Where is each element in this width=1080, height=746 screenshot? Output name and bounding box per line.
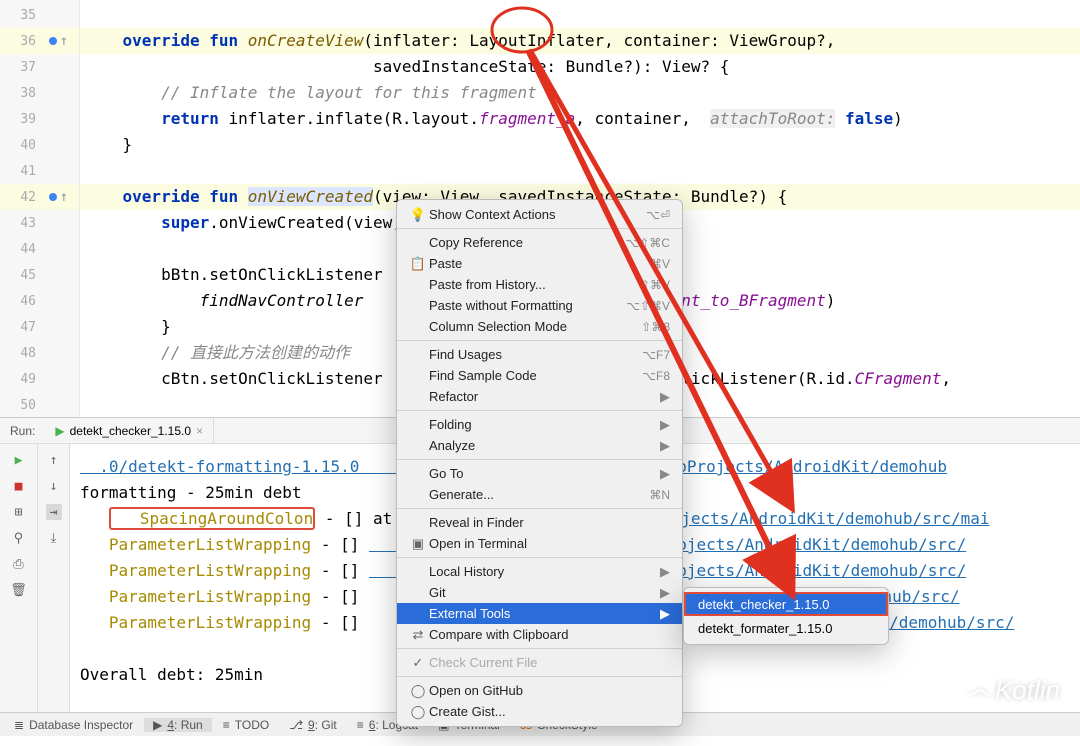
paste-icon: 📋 [409, 256, 427, 272]
run-label: Run: [0, 424, 45, 438]
line-number: 43 [0, 216, 40, 231]
todo-button[interactable]: ≡TODO [214, 718, 278, 732]
github-icon: ◯ [409, 683, 427, 699]
ctx-column-selection[interactable]: Column Selection Mode⇧⌘8 [397, 316, 682, 337]
line-number: 35 [0, 8, 40, 23]
run-toolbar-left: ▶ ■ ⊞ ⚲ ⎙ 🗑 [0, 444, 38, 712]
line-number: 50 [0, 398, 40, 413]
github-icon: ◯ [409, 704, 427, 720]
code-line: return inflater.inflate(R.layout.fragmen… [80, 106, 1080, 132]
line-number: 39 [0, 112, 40, 127]
down-icon[interactable]: ↓ [46, 478, 62, 494]
ctx-refactor[interactable]: Refactor▶ [397, 386, 682, 407]
db-inspector-button[interactable]: ≣Database Inspector [5, 718, 142, 732]
separator [397, 508, 682, 509]
context-menu: 💡Show Context Actions⌥⏎ Copy Reference⌥⇧… [396, 199, 683, 727]
code-line [80, 158, 1080, 184]
play-icon: ▶ [153, 718, 162, 732]
ctx-create-gist[interactable]: ◯Create Gist... [397, 701, 682, 722]
terminal-icon: ▣ [409, 536, 427, 552]
separator [397, 676, 682, 677]
up-icon[interactable]: ↑ [46, 452, 62, 468]
line-number: 37 [0, 60, 40, 75]
separator [397, 459, 682, 460]
line-number: 44 [0, 242, 40, 257]
logcat-icon: ≡ [357, 718, 364, 732]
external-tools-submenu: detekt_checker_1.15.0 detekt_formater_1.… [683, 587, 889, 645]
bulb-icon: 💡 [409, 207, 427, 223]
pin-icon[interactable]: ⚲ [11, 530, 27, 546]
ctx-find-sample[interactable]: Find Sample Code⌥F8 [397, 365, 682, 386]
wrap-icon[interactable]: ⇥ [46, 504, 62, 520]
layout-icon[interactable]: ⊞ [11, 504, 27, 520]
ctx-open-terminal[interactable]: ▣Open in Terminal [397, 533, 682, 554]
ctx-copy-reference[interactable]: Copy Reference⌥⇧⌘C [397, 232, 682, 253]
run-tab[interactable]: ▶ detekt_checker_1.15.0 × [45, 418, 214, 443]
ctx-paste-no-format[interactable]: Paste without Formatting⌥⇧⌘V [397, 295, 682, 316]
line-number: 38 [0, 86, 40, 101]
line-number: 48 [0, 346, 40, 361]
line-number: 41 [0, 164, 40, 179]
separator [397, 340, 682, 341]
ctx-show-context-actions[interactable]: 💡Show Context Actions⌥⏎ [397, 204, 682, 225]
separator [397, 648, 682, 649]
code-line: savedInstanceState: Bundle?): View? { [80, 54, 1080, 80]
wechat-icon: ෴ [966, 674, 991, 706]
git-button[interactable]: ⎇9: Git [280, 718, 346, 732]
ctx-paste[interactable]: 📋Paste⌘V [397, 253, 682, 274]
spacing-around-colon-warning: SpacingAroundColon [109, 507, 315, 530]
code-line [80, 2, 1080, 28]
check-icon: ≡ [223, 718, 230, 732]
override-gutter-icon[interactable]: ↑ [40, 189, 76, 205]
separator [397, 410, 682, 411]
ctx-analyze[interactable]: Analyze▶ [397, 435, 682, 456]
line-number: 47 [0, 320, 40, 335]
separator [397, 557, 682, 558]
play-icon: ▶ [55, 424, 64, 438]
ctx-open-github[interactable]: ◯Open on GitHub [397, 680, 682, 701]
ctx-folding[interactable]: Folding▶ [397, 414, 682, 435]
watermark: ෴ Kotlin [966, 674, 1060, 706]
override-gutter-icon[interactable]: ↑ [40, 33, 76, 49]
scroll-icon[interactable]: ⤓ [46, 530, 62, 546]
ctx-reveal-finder[interactable]: Reveal in Finder [397, 512, 682, 533]
compare-icon: ⇄ [409, 627, 427, 643]
gutter: 35 36↑ 37 38 39 40 41 42↑ 43 44 45 46 47… [0, 0, 80, 417]
database-icon: ≣ [14, 718, 24, 732]
line-number: 45 [0, 268, 40, 283]
ctx-generate[interactable]: Generate...⌘N [397, 484, 682, 505]
check-icon: ✓ [409, 655, 427, 671]
sub-detekt-checker[interactable]: detekt_checker_1.15.0 [684, 592, 888, 616]
line-number: 40 [0, 138, 40, 153]
run-tab-label: detekt_checker_1.15.0 [70, 424, 191, 438]
rerun-icon[interactable]: ▶ [11, 452, 27, 468]
trash-icon[interactable]: 🗑 [11, 582, 27, 598]
ctx-external-tools[interactable]: External Tools▶ [397, 603, 682, 624]
code-line: override fun onCreateView(inflater: Layo… [80, 28, 1080, 54]
run-button[interactable]: ▶4: Run [144, 718, 212, 732]
line-number: 49 [0, 372, 40, 387]
run-toolbar-left2: ↑ ↓ ⇥ ⤓ [38, 444, 70, 712]
code-line: } [80, 132, 1080, 158]
close-icon[interactable]: × [196, 424, 203, 438]
ctx-find-usages[interactable]: Find Usages⌥F7 [397, 344, 682, 365]
stop-icon[interactable]: ■ [11, 478, 27, 494]
ctx-check-current-file: ✓Check Current File [397, 652, 682, 673]
ctx-compare-clipboard[interactable]: ⇄Compare with Clipboard [397, 624, 682, 645]
code-line: // Inflate the layout for this fragment [80, 80, 1080, 106]
separator [397, 228, 682, 229]
sub-detekt-formater[interactable]: detekt_formater_1.15.0 [684, 616, 888, 640]
ctx-paste-history[interactable]: Paste from History...⇧⌘V [397, 274, 682, 295]
ctx-git[interactable]: Git▶ [397, 582, 682, 603]
print-icon[interactable]: ⎙ [11, 556, 27, 572]
ctx-local-history[interactable]: Local History▶ [397, 561, 682, 582]
line-number: 46 [0, 294, 40, 309]
ctx-go-to[interactable]: Go To▶ [397, 463, 682, 484]
line-number: 36 [0, 34, 40, 49]
branch-icon: ⎇ [289, 718, 303, 732]
line-number: 42 [0, 190, 40, 205]
